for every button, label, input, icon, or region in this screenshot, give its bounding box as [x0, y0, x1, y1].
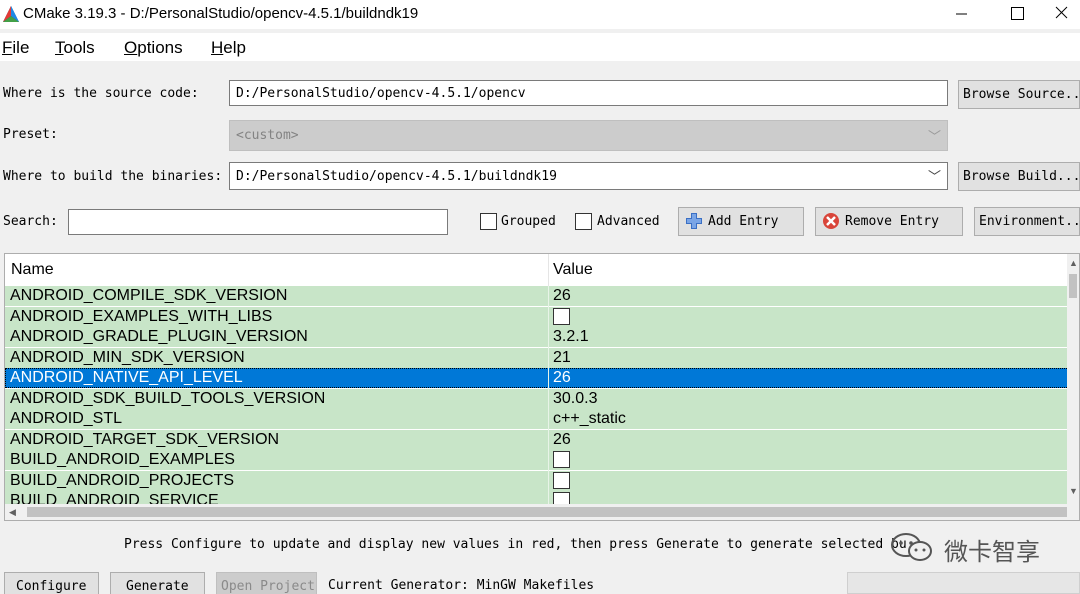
- table-row[interactable]: ANDROID_EXAMPLES_WITH_LIBS: [5, 307, 1069, 327]
- table-row[interactable]: ANDROID_SDK_BUILD_TOOLS_VERSION 30.0.3: [5, 389, 1069, 409]
- grouped-checkbox[interactable]: [480, 213, 497, 230]
- column-divider[interactable]: [548, 254, 549, 286]
- chevron-down-icon: ﹀: [928, 126, 941, 145]
- preset-select[interactable]: <custom> ﹀: [229, 120, 948, 151]
- entry-value[interactable]: 3.2.1: [553, 327, 589, 347]
- open-project-button[interactable]: Open Project: [216, 572, 317, 594]
- entry-name: ANDROID_NATIVE_API_LEVEL: [10, 368, 243, 388]
- entry-value[interactable]: 30.0.3: [553, 389, 597, 409]
- browse-source-label: Browse Source..: [963, 87, 1080, 102]
- table-row[interactable]: ANDROID_COMPILE_SDK_VERSION 26: [5, 286, 1069, 306]
- entry-value-checkbox[interactable]: [553, 451, 570, 468]
- menu-file[interactable]: File: [2, 38, 29, 58]
- scroll-left-icon[interactable]: ◀: [9, 507, 16, 518]
- source-label: Where is the source code:: [3, 86, 199, 101]
- add-icon: [685, 212, 703, 230]
- generate-label: Generate: [126, 579, 189, 594]
- maximize-icon: [994, 0, 1040, 29]
- current-generator-label: Current Generator: MinGW Makefiles: [328, 578, 594, 593]
- table-row[interactable]: ANDROID_GRADLE_PLUGIN_VERSION 3.2.1: [5, 327, 1069, 347]
- status-message: Press Configure to update and display ne…: [124, 537, 907, 552]
- horizontal-scrollbar[interactable]: ◀: [5, 504, 1080, 520]
- entry-value[interactable]: c++_static: [553, 409, 626, 429]
- advanced-checkbox[interactable]: [575, 213, 592, 230]
- browse-build-button[interactable]: Browse Build...: [958, 162, 1080, 191]
- minimize-button[interactable]: [938, 0, 984, 29]
- configure-label: Configure: [16, 579, 86, 594]
- remove-icon: [822, 212, 840, 230]
- entry-name: BUILD_ANDROID_PROJECTS: [10, 471, 234, 491]
- source-path-value: D:/PersonalStudio/opencv-4.5.1/opencv: [236, 86, 526, 101]
- table-row[interactable]: BUILD_ANDROID_EXAMPLES: [5, 450, 1069, 470]
- table-row[interactable]: ANDROID_NATIVE_API_LEVEL 26: [5, 368, 1069, 388]
- entry-name: ANDROID_COMPILE_SDK_VERSION: [10, 286, 287, 306]
- cmake-logo-icon: [2, 5, 20, 23]
- advanced-label: Advanced: [597, 214, 660, 229]
- environment-button[interactable]: Environment..: [974, 207, 1080, 236]
- entry-name: ANDROID_STL: [10, 409, 122, 429]
- entry-value-checkbox[interactable]: [553, 308, 570, 325]
- menu-options[interactable]: Options: [124, 38, 183, 58]
- table-row[interactable]: ANDROID_STL c++_static: [5, 409, 1069, 429]
- search-label: Search:: [3, 214, 58, 229]
- browse-build-label: Browse Build...: [963, 169, 1080, 184]
- environment-label: Environment..: [979, 214, 1080, 229]
- horizontal-scroll-thumb[interactable]: [27, 507, 1067, 517]
- search-input[interactable]: [68, 209, 448, 235]
- close-icon: [1050, 0, 1080, 29]
- column-value-header[interactable]: Value: [553, 261, 593, 279]
- wechat-logo-icon: [886, 530, 938, 564]
- menu-help[interactable]: Help: [211, 38, 246, 58]
- menu-tools[interactable]: Tools: [55, 38, 95, 58]
- build-path-value: D:/PersonalStudio/opencv-4.5.1/buildndk1…: [236, 169, 557, 184]
- preset-value: <custom>: [236, 128, 299, 143]
- menu-bar: File Tools Options Help: [0, 33, 1080, 61]
- generate-button[interactable]: Generate: [110, 572, 205, 594]
- cache-table: Name Value ANDROID_COMPILE_SDK_VERSION 26…: [4, 253, 1080, 521]
- table-row[interactable]: ANDROID_TARGET_SDK_VERSION 26: [5, 430, 1069, 450]
- table-header: Name Value: [5, 254, 1069, 286]
- maximize-button[interactable]: [994, 0, 1040, 29]
- entry-value-checkbox[interactable]: [553, 472, 570, 489]
- column-divider-line: [548, 286, 549, 504]
- watermark-text: 微卡智享: [944, 532, 1040, 567]
- column-name-header[interactable]: Name: [11, 261, 54, 279]
- entry-value[interactable]: 26: [553, 368, 571, 388]
- table-row[interactable]: ANDROID_MIN_SDK_VERSION 21: [5, 348, 1069, 368]
- add-entry-button[interactable]: Add Entry: [678, 207, 804, 236]
- source-path-input[interactable]: D:/PersonalStudio/opencv-4.5.1/opencv: [229, 80, 948, 106]
- remove-entry-label: Remove Entry: [845, 214, 939, 229]
- scroll-up-icon[interactable]: ▲: [1069, 258, 1078, 268]
- progress-bar: [847, 572, 1080, 594]
- scroll-down-icon[interactable]: ▼: [1069, 486, 1078, 496]
- preset-label: Preset:: [3, 127, 58, 142]
- vertical-scroll-thumb[interactable]: [1069, 274, 1077, 298]
- title-bar: CMake 3.19.3 - D:/PersonalStudio/opencv-…: [0, 0, 1080, 29]
- entry-name: ANDROID_SDK_BUILD_TOOLS_VERSION: [10, 389, 325, 409]
- minimize-icon: [938, 0, 984, 29]
- browse-source-button[interactable]: Browse Source..: [958, 80, 1080, 109]
- table-row[interactable]: BUILD_ANDROID_PROJECTS: [5, 471, 1069, 491]
- grouped-label: Grouped: [501, 214, 556, 229]
- entry-value[interactable]: 21: [553, 348, 571, 368]
- chevron-down-icon[interactable]: ﹀: [928, 166, 941, 185]
- add-entry-label: Add Entry: [708, 214, 778, 229]
- build-label: Where to build the binaries:: [3, 169, 222, 184]
- entry-name: ANDROID_GRADLE_PLUGIN_VERSION: [10, 327, 308, 347]
- window-title: CMake 3.19.3 - D:/PersonalStudio/opencv-…: [23, 5, 418, 22]
- open-project-label: Open Project: [221, 579, 315, 594]
- close-button[interactable]: [1050, 0, 1080, 29]
- entry-name: BUILD_ANDROID_EXAMPLES: [10, 450, 235, 470]
- watermark: 微卡智享: [886, 530, 1066, 564]
- entry-value[interactable]: 26: [553, 430, 571, 450]
- entry-name: ANDROID_TARGET_SDK_VERSION: [10, 430, 279, 450]
- remove-entry-button[interactable]: Remove Entry: [815, 207, 963, 236]
- build-path-input[interactable]: D:/PersonalStudio/opencv-4.5.1/buildndk1…: [229, 162, 948, 190]
- entry-name: ANDROID_EXAMPLES_WITH_LIBS: [10, 307, 272, 327]
- entry-name: ANDROID_MIN_SDK_VERSION: [10, 348, 245, 368]
- vertical-scrollbar[interactable]: ▲ ▼: [1067, 254, 1079, 504]
- configure-button[interactable]: Configure: [4, 572, 99, 594]
- entry-value[interactable]: 26: [553, 286, 571, 306]
